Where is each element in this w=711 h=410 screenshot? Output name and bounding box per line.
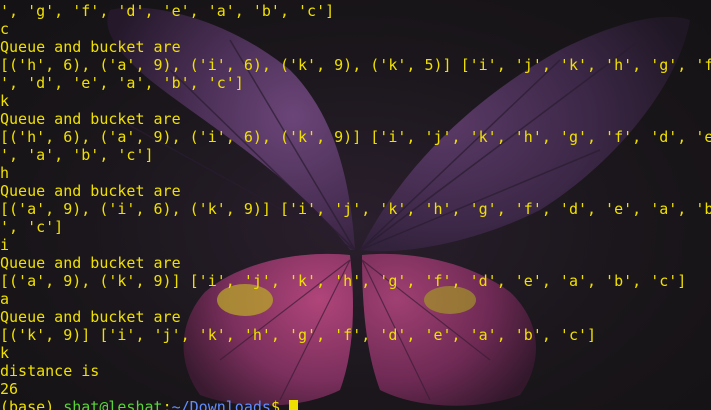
output-line: Queue and bucket are (0, 110, 181, 128)
output-line: ', 'g', 'f', 'd', 'e', 'a', 'b', 'c'] (0, 2, 335, 20)
output-line: [('h', 6), ('a', 9), ('i', 6), ('k', 9)]… (0, 128, 711, 146)
output-line: [('a', 9), ('k', 9)] ['i', 'j', 'k', 'h'… (0, 272, 687, 290)
output-line: h (0, 164, 10, 182)
output-line: i (0, 236, 10, 254)
output-line: [('a', 9), ('i', 6), ('k', 9)] ['i', 'j'… (0, 200, 711, 218)
output-line: ', 'c'] (0, 218, 64, 236)
output-line: distance is (0, 362, 100, 380)
prompt-user-host: shat@leshat (63, 398, 163, 410)
text-cursor (289, 400, 298, 410)
output-line: Queue and bucket are (0, 308, 181, 326)
output-line: k (0, 344, 10, 362)
output-line: [('h', 6), ('a', 9), ('i', 6), ('k', 9),… (0, 56, 711, 74)
prompt-dollar: $ (270, 398, 289, 410)
output-line: Queue and bucket are (0, 38, 181, 56)
prompt-separator: : (162, 398, 172, 410)
prompt-path: ~/Downloads (171, 398, 271, 410)
terminal-window[interactable]: ', 'g', 'f', 'd', 'e', 'a', 'b', 'c'] c Qu… (0, 0, 711, 410)
output-line: ', 'a', 'b', 'c'] (0, 146, 154, 164)
shell-prompt[interactable]: (base) shat@leshat:~/Downloads$ (0, 398, 711, 410)
output-line: Queue and bucket are (0, 254, 181, 272)
output-line: 26 (0, 380, 19, 398)
prompt-env: (base) (0, 398, 64, 410)
output-line: c (0, 20, 10, 38)
output-line: Queue and bucket are (0, 182, 181, 200)
output-line: k (0, 92, 10, 110)
output-line: ', 'd', 'e', 'a', 'b', 'c'] (0, 74, 244, 92)
output-line: [('k', 9)] ['i', 'j', 'k', 'h', 'g', 'f'… (0, 326, 597, 344)
terminal-output: ', 'g', 'f', 'd', 'e', 'a', 'b', 'c'] c Qu… (0, 2, 711, 410)
output-line: a (0, 290, 10, 308)
